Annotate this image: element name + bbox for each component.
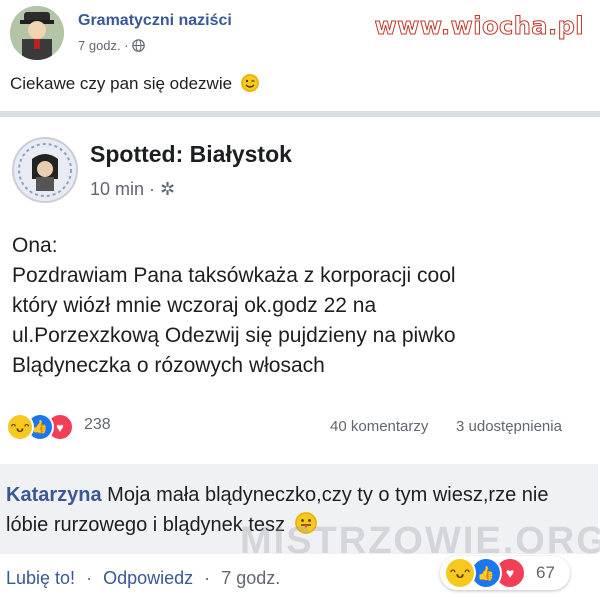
shared-post-meta: 10 min · ✲ (90, 179, 176, 199)
post-meta: 7 godz. · (78, 38, 146, 53)
post-time[interactable]: 7 godz. (78, 38, 121, 53)
reactions-row: ♥ 👍 ᵔᴗᵔ 238 40 komentarzy 3 udostępnieni… (0, 413, 600, 441)
comment-time[interactable]: 7 godz. (221, 568, 280, 588)
comments-count[interactable]: 40 komentarzy (330, 418, 428, 435)
comment-author[interactable]: Katarzyna (6, 484, 102, 506)
haha-reaction-icon: ᵔᴗᵔ (6, 413, 34, 441)
comment-actions: Lubię to! · Odpowiedz · 7 godz. (6, 568, 281, 588)
reply-comment-button[interactable]: Odpowiedz (103, 568, 193, 588)
like-comment-button[interactable]: Lubię to! (6, 568, 75, 588)
shared-post-author[interactable]: Spotted: Białystok (90, 141, 292, 168)
post-author-name[interactable]: Gramatyczni naziści (78, 12, 232, 30)
site-watermark: www.wiocha.pl (374, 12, 584, 41)
shared-post: Spotted: Białystok 10 min · ✲ Ona: Pozdr… (0, 117, 600, 447)
mistrzowie-watermark: MISTRZOWIE.ORG (240, 520, 600, 562)
comment-reaction-count: 67 (536, 563, 555, 582)
body-line: Pozdrawiam Pana taksówkaża z korporacji … (12, 264, 456, 287)
shared-post-time[interactable]: 10 min (90, 179, 144, 199)
shares-count[interactable]: 3 udostępnienia (456, 418, 562, 435)
globe-icon (132, 39, 146, 52)
body-line: który wiózł mnie wczoraj ok.godz 22 na (12, 294, 377, 317)
shared-post-avatar[interactable] (12, 137, 78, 203)
post-text-content: Ciekawe czy pan się odezwie (10, 74, 233, 93)
wink-emoji-icon (240, 74, 259, 92)
body-line: Blądyneczka o rózowych włosach (12, 354, 325, 377)
shared-post-body: Ona: Pozdrawiam Pana taksówkaża z korpor… (12, 231, 592, 381)
author-avatar[interactable] (10, 6, 64, 60)
settings-gear-icon: ✲ (160, 179, 176, 199)
reaction-count[interactable]: 238 (84, 416, 111, 434)
body-line: ul.Porzexzkową Odezwij się pujdzieny na … (12, 324, 456, 347)
post-text: Ciekawe czy pan się odezwie (10, 74, 259, 94)
body-line: Ona: (12, 234, 58, 257)
